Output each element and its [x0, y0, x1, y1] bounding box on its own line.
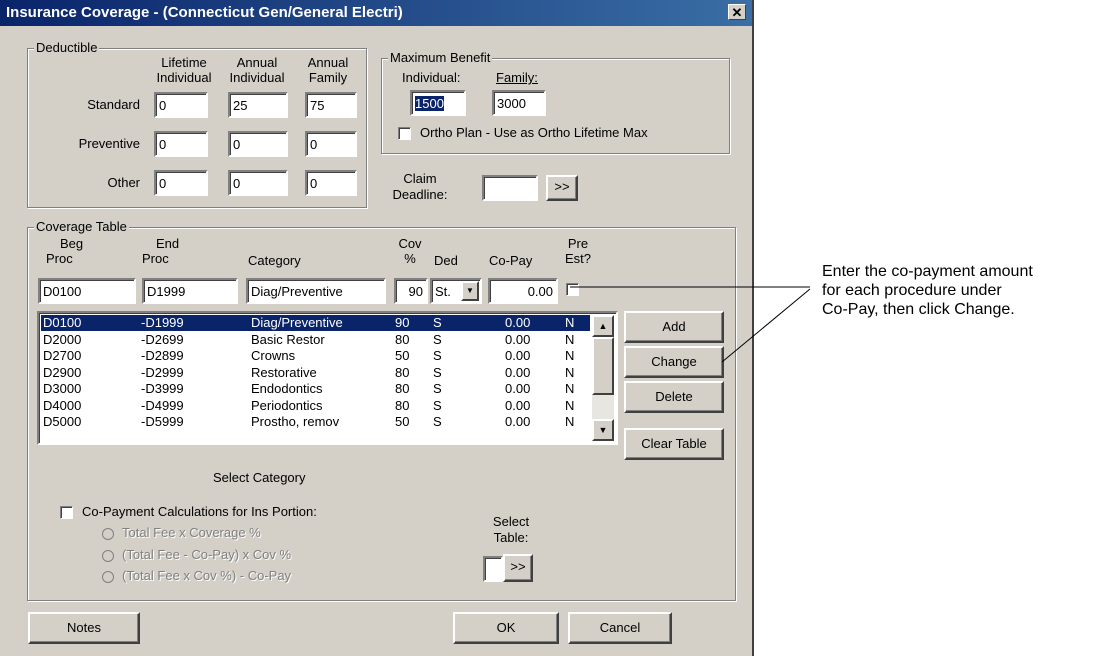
callout-line: Enter the co-payment amount: [822, 263, 1033, 280]
callout-line-change: [721, 288, 811, 363]
callout-line: Co-Pay, then click Change.: [822, 301, 1015, 318]
callout-text: Enter the co-payment amount for each pro…: [822, 262, 1033, 319]
callout-line: for each procedure under: [822, 282, 1002, 299]
callout-lines: [570, 286, 811, 363]
